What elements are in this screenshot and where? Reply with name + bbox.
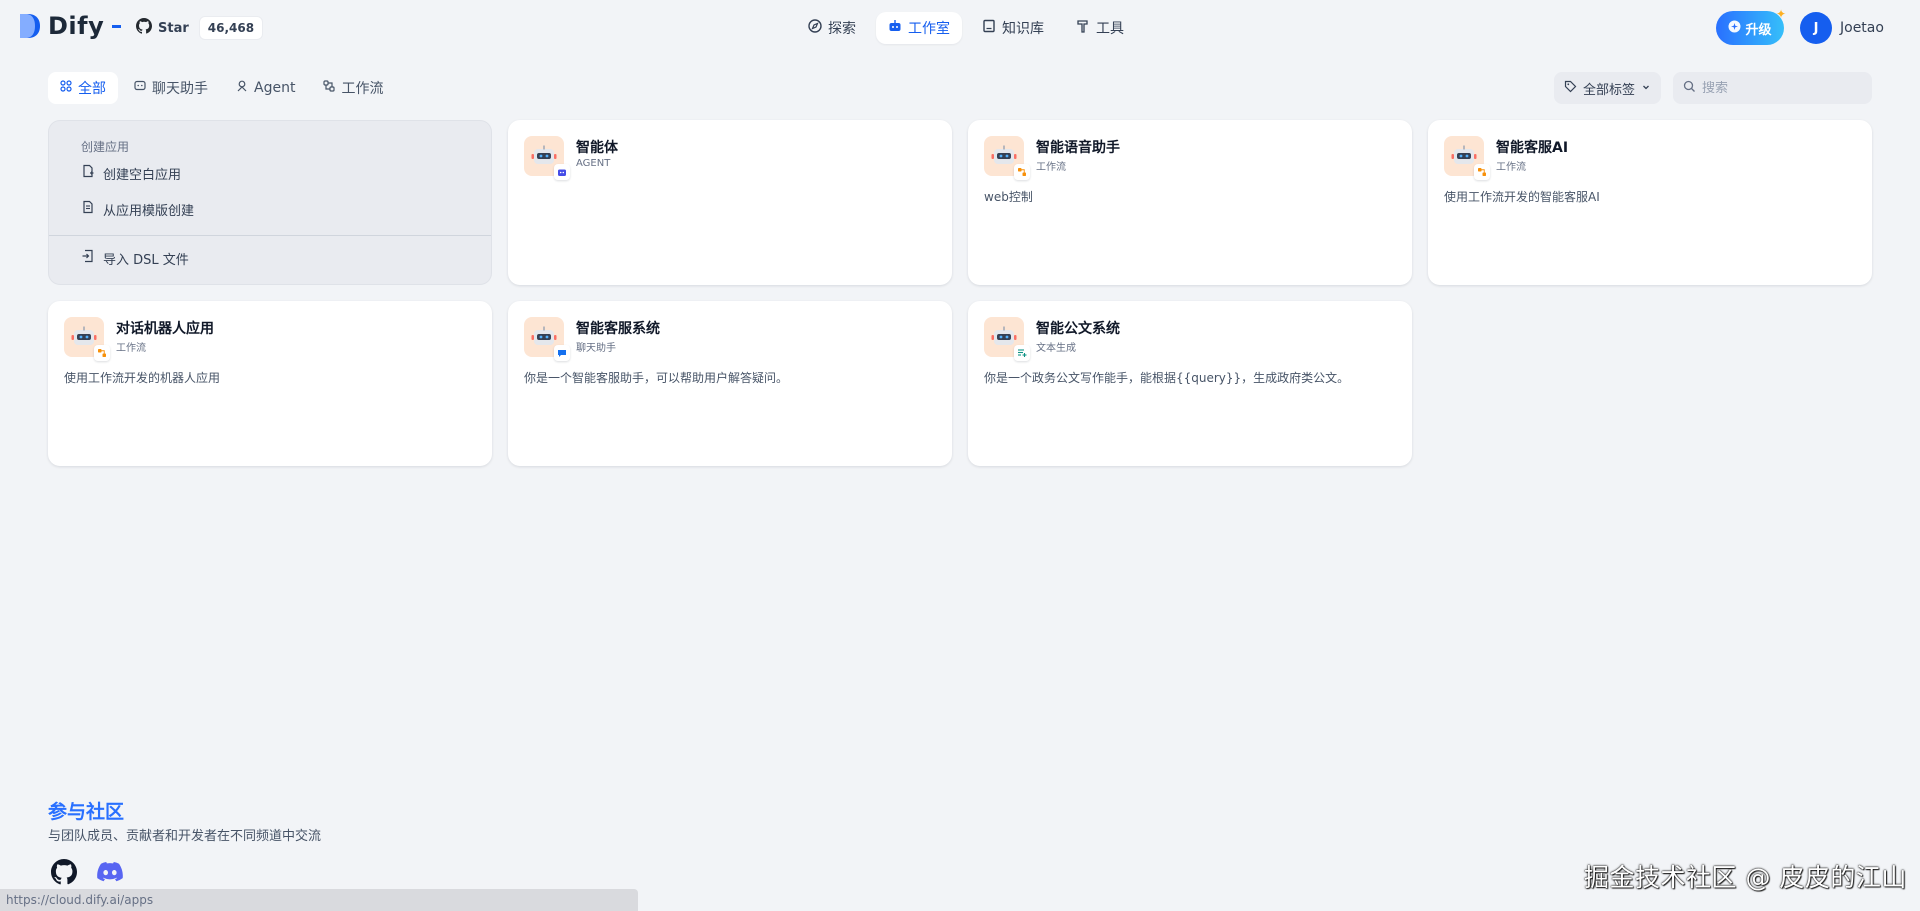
github-star-widget[interactable]: Star 46,468: [136, 14, 264, 42]
star-decoration-icon: ✦: [1775, 7, 1786, 21]
nav-studio[interactable]: 工作室: [876, 12, 962, 44]
chat-badge-icon: [554, 345, 570, 361]
search-icon: [1683, 80, 1696, 97]
tag-icon: [1564, 80, 1577, 97]
app-card[interactable]: 智能语音助手 工作流 web控制: [968, 120, 1412, 285]
app-card-type: 聊天助手: [576, 343, 616, 354]
app-card[interactable]: 智能客服AI 工作流 使用工作流开发的智能客服AI: [1428, 120, 1872, 285]
search-box[interactable]: [1673, 72, 1872, 104]
tab-all-label: 全部: [78, 81, 106, 97]
robot-icon: [888, 19, 902, 37]
tab-all[interactable]: 全部: [48, 72, 118, 104]
file-template-icon: [81, 200, 95, 218]
import-dsl-label: 导入 DSL 文件: [103, 252, 189, 268]
book-icon: [982, 19, 996, 37]
user-name: Joetao: [1840, 20, 1884, 36]
import-file-icon: [81, 249, 95, 267]
avatar: J: [1800, 12, 1832, 44]
tab-workflow-label: 工作流: [341, 81, 384, 97]
tag-filter-label: 全部标签: [1583, 82, 1636, 98]
create-app-title: 创建应用: [81, 140, 130, 154]
app-card-description: 你是一个政务公文写作能手，能根据{{query}}，生成政府类公文。: [984, 371, 1350, 385]
compass-icon: [808, 19, 822, 37]
nav-studio-label: 工作室: [908, 21, 950, 37]
app-card-title: 对话机器人应用: [116, 321, 214, 337]
github-icon[interactable]: [50, 858, 78, 886]
github-star-button[interactable]: Star: [136, 18, 199, 38]
nav-tools[interactable]: 工具: [1064, 12, 1136, 44]
logo-cursor: [112, 24, 122, 28]
create-from-template-button[interactable]: 从应用模版创建: [73, 195, 202, 223]
community-title: 参与社区: [48, 801, 125, 823]
tab-agent[interactable]: Agent: [224, 72, 307, 104]
app-card-type: 工作流: [116, 343, 146, 354]
dify-logo-icon: [18, 12, 42, 40]
app-card-description: 你是一个智能客服助手，可以帮助用户解答疑问。: [524, 371, 789, 385]
nav-knowledge[interactable]: 知识库: [970, 12, 1056, 44]
tag-filter-dropdown[interactable]: 全部标签: [1554, 72, 1662, 104]
app-card-title: 智能体: [576, 140, 618, 156]
upgrade-label: 升级: [1745, 22, 1772, 38]
search-input[interactable]: [1702, 80, 1852, 96]
top-header: Dify Star 46,468 探索 工作室 知识库 工具 升级 ✦ J Jo…: [0, 0, 1920, 56]
app-card-description: web控制: [984, 190, 1033, 204]
app-card-type: AGENT: [576, 158, 611, 169]
hammer-icon: [1076, 19, 1090, 37]
agent-icon: [236, 80, 248, 96]
user-menu[interactable]: J Joetao: [1800, 12, 1884, 44]
import-dsl-button[interactable]: 导入 DSL 文件: [73, 244, 197, 272]
github-icon: [136, 18, 152, 38]
workflow-icon: [323, 80, 336, 96]
app-card-type: 文本生成: [1036, 343, 1076, 354]
tab-chat-assistant[interactable]: 聊天助手: [122, 72, 220, 104]
create-blank-app-button[interactable]: 创建空白应用: [73, 159, 189, 187]
nav-knowledge-label: 知识库: [1002, 21, 1044, 37]
community-links: [50, 858, 124, 886]
workflow-badge-icon: [94, 345, 110, 361]
chat-icon: [134, 80, 146, 96]
workflow-badge-icon: [1014, 164, 1030, 180]
app-card-description: 使用工作流开发的智能客服AI: [1444, 190, 1600, 204]
create-blank-app-label: 创建空白应用: [103, 167, 182, 183]
app-card-type: 工作流: [1496, 162, 1526, 173]
create-app-panel: 创建应用 创建空白应用 从应用模版创建 导入 DSL 文件: [48, 120, 492, 285]
app-card-type: 工作流: [1036, 162, 1066, 173]
watermark-text: 掘金技术社区 @ 皮皮的江山: [1584, 863, 1907, 892]
app-card-title: 智能公文系统: [1036, 321, 1120, 337]
dify-logo[interactable]: Dify: [18, 12, 122, 40]
github-star-label: Star: [158, 20, 189, 36]
nav-explore[interactable]: 探索: [796, 12, 868, 44]
main-nav: 探索 工作室 知识库 工具: [796, 12, 1136, 44]
nav-tools-label: 工具: [1096, 21, 1124, 37]
create-panel-divider: [49, 235, 491, 236]
create-from-template-label: 从应用模版创建: [103, 203, 195, 219]
text-gen-badge-icon: [1014, 345, 1030, 361]
github-star-count[interactable]: 46,468: [198, 16, 264, 40]
logo-text: Dify: [48, 12, 105, 40]
app-card-title: 智能语音助手: [1036, 140, 1120, 156]
tab-chat-assistant-label: 聊天助手: [152, 81, 208, 97]
sparkle-icon: [1728, 20, 1741, 37]
app-card-title: 智能客服系统: [576, 321, 660, 337]
app-card[interactable]: 对话机器人应用 工作流 使用工作流开发的机器人应用: [48, 301, 492, 466]
app-card[interactable]: 智能体 AGENT: [508, 120, 952, 285]
app-card[interactable]: 智能客服系统 聊天助手 你是一个智能客服助手，可以帮助用户解答疑问。: [508, 301, 952, 466]
app-card-description: 使用工作流开发的机器人应用: [64, 371, 221, 385]
status-url-bar: https://cloud.dify.ai/apps: [0, 889, 638, 911]
tab-agent-label: Agent: [254, 80, 296, 96]
upgrade-button[interactable]: 升级 ✦: [1716, 7, 1786, 45]
file-plus-icon: [81, 164, 95, 182]
nav-explore-label: 探索: [828, 21, 856, 37]
app-card[interactable]: 智能公文系统 文本生成 你是一个政务公文写作能手，能根据{{query}}，生成…: [968, 301, 1412, 466]
app-card-title: 智能客服AI: [1496, 140, 1569, 156]
grid-icon: [60, 80, 72, 96]
chevron-down-icon: [1641, 81, 1651, 96]
app-type-tabs: 全部 聊天助手 Agent 工作流: [48, 72, 395, 104]
discord-icon[interactable]: [96, 858, 124, 886]
tab-workflow[interactable]: 工作流: [311, 72, 395, 104]
agent-badge-icon: [554, 164, 570, 180]
workflow-badge-icon: [1474, 164, 1490, 180]
community-subtitle: 与团队成员、贡献者和开发者在不同频道中交流: [48, 829, 322, 844]
